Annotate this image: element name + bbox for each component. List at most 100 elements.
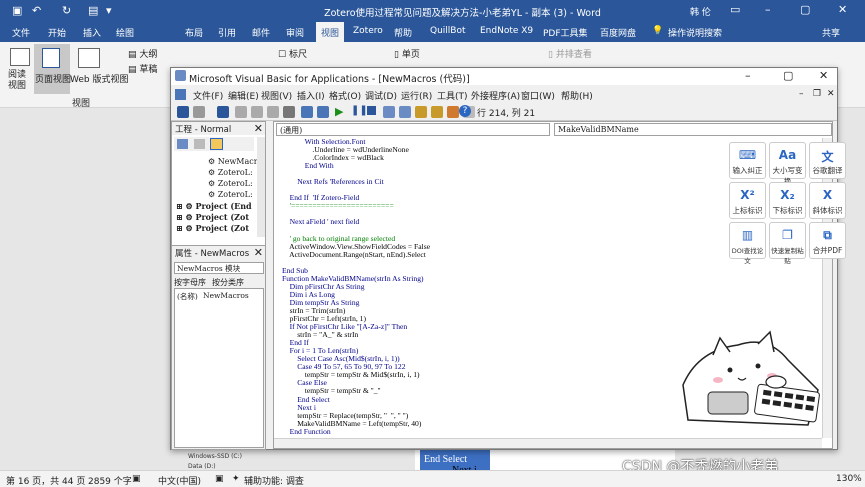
language[interactable]: 中文(中国) xyxy=(158,474,201,487)
doi-search-button[interactable]: ▥ DOI查找论文 xyxy=(729,222,766,265)
tab-help[interactable]: 帮助 xyxy=(394,26,412,39)
macro-record-icon[interactable]: ▣ xyxy=(215,474,224,484)
case-convert-button[interactable]: Aa大小写变换 xyxy=(769,142,806,186)
menu-edit[interactable]: 编辑(E) xyxy=(228,89,259,102)
undo-icon[interactable]: ↶ xyxy=(32,4,41,17)
project-scrollbar[interactable] xyxy=(257,137,265,237)
tree-project-zotero-2[interactable]: ⊞ ⚙ Project (Zot xyxy=(176,223,249,233)
tab-file[interactable]: 文件 xyxy=(12,26,30,39)
user-name[interactable]: 韩 伦 xyxy=(690,5,711,18)
nav-drive-c[interactable]: Windows-SSD (C:) xyxy=(188,453,242,460)
minimize-icon[interactable]: – xyxy=(765,3,771,16)
outline-button[interactable]: ▤ 大纲 xyxy=(128,47,157,60)
single-page-button[interactable]: ▯ 单页 xyxy=(394,47,420,60)
properties-window[interactable]: 属性 - NewMacros ✕ NewMacros 模块 按字母序 按分类序 … xyxy=(171,245,266,450)
child-close-icon[interactable]: ✕ xyxy=(827,89,835,99)
quick-access-more-icon[interactable]: ▾ xyxy=(106,4,112,17)
tab-insert[interactable]: 插入 xyxy=(83,26,101,39)
tree-project-endnote[interactable]: ⊞ ⚙ Project (End xyxy=(176,201,252,211)
code-line[interactable]: Dim pFirstChr As String xyxy=(282,282,820,291)
object-browser-icon[interactable] xyxy=(431,106,443,118)
menu-tools[interactable]: 工具(T) xyxy=(437,89,468,102)
tree-item-zotero-3[interactable]: ⚙ ZoteroL: xyxy=(208,190,253,199)
toggle-folders-icon[interactable] xyxy=(210,138,223,150)
project-close-icon[interactable]: ✕ xyxy=(254,122,263,135)
props-grid[interactable]: (名称) NewMacros xyxy=(174,288,264,448)
code-line[interactable]: Dim i As Long xyxy=(282,290,820,299)
vba-doc-icon[interactable] xyxy=(175,89,186,100)
tab-zotero[interactable]: Zotero xyxy=(353,26,383,36)
close-icon[interactable]: ✕ xyxy=(838,3,847,16)
page-view-button[interactable]: 页面视图 xyxy=(35,72,71,85)
web-view-button[interactable]: Web 版式视图 xyxy=(70,72,128,85)
child-restore-icon[interactable]: ❐ xyxy=(813,89,821,99)
maximize-icon[interactable]: ▢ xyxy=(800,3,810,16)
tab-mailings[interactable]: 邮件 xyxy=(252,26,270,39)
tree-item-newmacros[interactable]: ⚙ NewMacro xyxy=(208,157,262,166)
tab-quillbot[interactable]: QuillBot xyxy=(430,26,466,36)
menu-insert[interactable]: 插入(I) xyxy=(297,89,325,102)
vba-maximize-icon[interactable]: ▢ xyxy=(783,69,793,82)
tab-pdf-tools[interactable]: PDF工具集 xyxy=(543,26,588,39)
object-combo[interactable]: (通用) xyxy=(276,123,550,136)
subscript-button[interactable]: X₂ 下标标识 xyxy=(769,182,806,219)
props-tab-alpha[interactable]: 按字母序 xyxy=(174,277,206,288)
tell-me-search[interactable]: 操作说明搜索 xyxy=(668,26,722,39)
props-tab-category[interactable]: 按分类序 xyxy=(212,277,244,288)
ruler-checkbox[interactable]: ☐ 标尺 xyxy=(278,47,307,60)
zoom-level[interactable]: 130% xyxy=(836,474,862,484)
read-view-button[interactable]: 阅读视图 xyxy=(8,70,34,92)
vba-minimize-icon[interactable]: – xyxy=(745,69,751,82)
italic-button[interactable]: X 斜体标识 xyxy=(809,182,846,219)
code-line[interactable]: Dim tempStr As String xyxy=(282,298,820,307)
insert-module-icon[interactable] xyxy=(193,106,205,118)
tree-item-zotero-1[interactable]: ⚙ ZoteroL: xyxy=(208,168,253,177)
page-icon[interactable]: ▤ xyxy=(88,4,98,17)
code-horizontal-scrollbar[interactable] xyxy=(274,438,822,448)
input-correct-button[interactable]: ⌨ 输入纠正 xyxy=(729,142,766,179)
menu-run[interactable]: 运行(R) xyxy=(401,89,432,102)
ribbon-display-icon[interactable]: ▭ xyxy=(730,3,740,16)
google-translate-button[interactable]: 文谷歌翻译 xyxy=(809,142,846,179)
menu-format[interactable]: 格式(O) xyxy=(329,89,361,102)
copy-icon[interactable] xyxy=(251,106,263,118)
toolbox-icon[interactable] xyxy=(447,106,459,118)
parallel-view-button[interactable]: ▯ 并排查看 xyxy=(548,47,592,60)
properties-icon[interactable] xyxy=(415,106,427,118)
tab-baidu-netdisk[interactable]: 百度网盘 xyxy=(600,26,636,39)
procedure-combo[interactable]: MakeValidBMName xyxy=(554,123,832,136)
tab-view[interactable]: 视图 xyxy=(316,22,345,42)
superscript-button[interactable]: X² 上标标识 xyxy=(729,182,766,219)
draft-button[interactable]: ▤ 草稿 xyxy=(128,62,157,75)
menu-debug[interactable]: 调试(D) xyxy=(365,89,397,102)
project-explorer[interactable]: 工程 - Normal ✕ ⚙ NewMacro ⚙ ZoteroL: ⚙ Zo… xyxy=(171,121,266,249)
menu-view[interactable]: 视图(V) xyxy=(261,89,292,102)
share-button[interactable]: 共享 xyxy=(822,26,840,39)
word-count[interactable]: 2859 个字 xyxy=(88,474,132,487)
merge-pdf-button[interactable]: ⧉ 合并PDF xyxy=(809,222,846,259)
nav-drive-d[interactable]: Data (D:) xyxy=(188,463,216,470)
tree-item-zotero-2[interactable]: ⚙ ZoteroL: xyxy=(208,179,253,188)
save-vba-icon[interactable] xyxy=(217,106,229,118)
menu-addins[interactable]: 外接程序(A) xyxy=(471,89,520,102)
vba-close-icon[interactable]: ✕ xyxy=(819,69,828,82)
redo-vba-icon[interactable] xyxy=(317,106,329,118)
proofing-icon[interactable]: ▣ xyxy=(132,474,141,484)
view-object-icon[interactable] xyxy=(194,139,205,149)
accessibility-status[interactable]: 辅助功能: 调查 xyxy=(244,474,304,487)
redo-icon[interactable]: ↻ xyxy=(62,4,71,17)
tab-review[interactable]: 审阅 xyxy=(286,26,304,39)
paste-icon[interactable] xyxy=(267,106,279,118)
project-explorer-icon[interactable] xyxy=(399,106,411,118)
menu-window[interactable]: 窗口(W) xyxy=(521,89,555,102)
break-icon[interactable]: ❚❚ xyxy=(351,105,368,116)
view-word-icon[interactable] xyxy=(177,106,189,118)
child-minimize-icon[interactable]: – xyxy=(799,89,804,99)
tree-project-zotero-1[interactable]: ⊞ ⚙ Project (Zot xyxy=(176,212,249,222)
reset-icon[interactable] xyxy=(367,106,376,115)
menu-file[interactable]: 文件(F) xyxy=(193,89,223,102)
tab-endnote[interactable]: EndNote X9 xyxy=(480,26,533,36)
props-object-select[interactable]: NewMacros 模块 xyxy=(174,262,264,274)
view-code-icon[interactable] xyxy=(177,139,188,149)
help-icon[interactable]: ? xyxy=(459,105,471,117)
